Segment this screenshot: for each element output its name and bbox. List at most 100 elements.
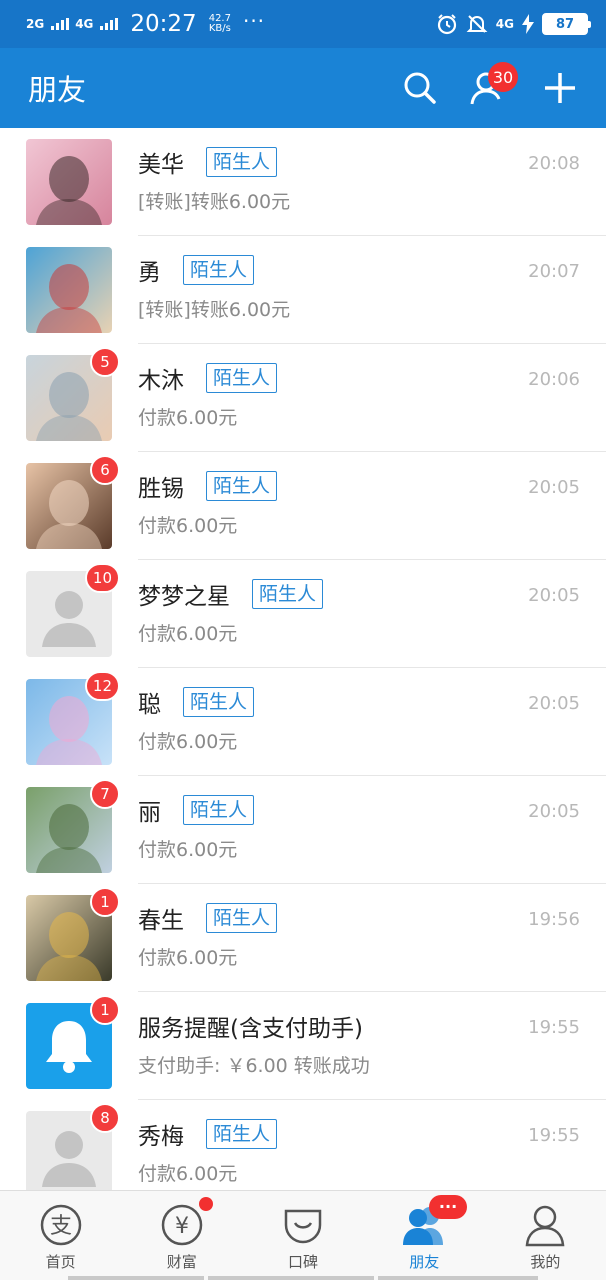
contact-name: 春生 <box>138 908 184 934</box>
message-time: 19:56 <box>528 909 580 930</box>
message-time: 20:07 <box>528 261 580 282</box>
alarm-icon <box>436 13 458 35</box>
contact-name: 聪 <box>138 692 161 718</box>
tab-label: 朋友 <box>409 1253 440 1271</box>
signal-icon <box>100 18 119 30</box>
svg-text:¥: ¥ <box>175 1214 189 1239</box>
net-speed: 42.7 KB/s <box>208 13 231 34</box>
contact-name: 梦梦之星 <box>138 584 230 610</box>
unread-badge: 10 <box>84 563 120 593</box>
message-preview: 付款6.00元 <box>138 1163 238 1185</box>
conversation-row[interactable]: 10 梦梦之星 陌生人 付款6.00元 20:05 <box>0 560 606 668</box>
contact-name: 勇 <box>138 260 161 286</box>
friends-more-badge: ··· <box>429 1195 468 1219</box>
unread-badge: 1 <box>90 887 120 917</box>
stranger-tag: 陌生人 <box>206 471 278 501</box>
message-preview: [转账]转账6.00元 <box>138 299 291 321</box>
avatar[interactable]: 6 <box>26 455 120 549</box>
stranger-tag: 陌生人 <box>183 687 255 717</box>
message-preview: [转账]转账6.00元 <box>138 191 291 213</box>
avatar[interactable]: 10 <box>26 563 120 657</box>
status-bar: 2G 4G 20:27 42.7 KB/s ··· 4G 87 <box>0 0 606 48</box>
plus-icon <box>545 73 575 103</box>
stranger-tag: 陌生人 <box>206 903 278 933</box>
bottom-tab-bar: 支 首页 ¥ 财富 口碑 ··· 朋友 我的 <box>0 1190 606 1280</box>
add-button[interactable] <box>532 60 588 116</box>
message-preview: 付款6.00元 <box>138 623 238 645</box>
app-header: 朋友 30 <box>0 48 606 128</box>
avatar[interactable]: 1 <box>26 887 120 981</box>
network-2g-label: 2G <box>26 17 45 31</box>
charging-icon <box>522 14 534 34</box>
avatar[interactable]: 5 <box>26 347 120 441</box>
message-preview: 付款6.00元 <box>138 407 238 429</box>
gesture-bar <box>378 1276 538 1280</box>
avatar[interactable] <box>26 139 112 225</box>
message-preview: 付款6.00元 <box>138 947 238 969</box>
message-time: 19:55 <box>528 1125 580 1146</box>
tab-wealth[interactable]: ¥ 财富 <box>121 1191 242 1280</box>
conversation-row[interactable]: 8 秀梅 陌生人 付款6.00元 19:55 <box>0 1100 606 1190</box>
message-preview: 付款6.00元 <box>138 839 238 861</box>
message-time: 20:05 <box>528 801 580 822</box>
conversation-row[interactable]: 7 丽 陌生人 付款6.00元 20:05 <box>0 776 606 884</box>
contact-name: 木沐 <box>138 368 184 394</box>
gesture-bar <box>68 1276 204 1280</box>
message-time: 19:55 <box>528 1017 580 1038</box>
stranger-tag: 陌生人 <box>206 1119 278 1149</box>
stranger-tag: 陌生人 <box>206 363 278 393</box>
contacts-button[interactable]: 30 <box>462 60 518 116</box>
avatar[interactable]: 1 <box>26 995 120 1089</box>
unread-badge: 7 <box>90 779 120 809</box>
conversation-list: 美华 陌生人 [转账]转账6.00元 20:08 勇 陌生人 [转账]转账6.0… <box>0 128 606 1190</box>
contact-name: 胜锡 <box>138 476 184 502</box>
tab-koubei[interactable]: 口碑 <box>242 1191 363 1280</box>
conversation-row[interactable]: 勇 陌生人 [转账]转账6.00元 20:07 <box>0 236 606 344</box>
tab-home[interactable]: 支 首页 <box>0 1191 121 1280</box>
contact-name: 秀梅 <box>138 1124 184 1150</box>
unread-badge: 8 <box>90 1103 120 1133</box>
message-preview: 支付助手: ￥6.00 转账成功 <box>138 1055 370 1077</box>
conversation-row[interactable]: 5 木沐 陌生人 付款6.00元 20:06 <box>0 344 606 452</box>
message-time: 20:05 <box>528 693 580 714</box>
avatar[interactable]: 7 <box>26 779 120 873</box>
conversation-row[interactable]: 1 春生 陌生人 付款6.00元 19:56 <box>0 884 606 992</box>
network-4g-label: 4G <box>495 17 514 31</box>
search-icon <box>404 72 436 104</box>
message-time: 20:05 <box>528 477 580 498</box>
user-avatar <box>26 139 112 225</box>
conversation-row[interactable]: 1 服务提醒(含支付助手) 支付助手: ￥6.00 转账成功 19:55 <box>0 992 606 1100</box>
yuan-icon: ¥ <box>161 1204 203 1246</box>
tab-label: 财富 <box>166 1253 197 1271</box>
tab-label: 我的 <box>530 1253 561 1271</box>
unread-badge: 6 <box>90 455 120 485</box>
conversation-row[interactable]: 6 胜锡 陌生人 付款6.00元 20:05 <box>0 452 606 560</box>
gesture-bar <box>208 1276 374 1280</box>
search-button[interactable] <box>392 60 448 116</box>
stranger-tag: 陌生人 <box>183 795 255 825</box>
conversation-row[interactable]: 12 聪 陌生人 付款6.00元 20:05 <box>0 668 606 776</box>
battery-indicator: 87 <box>542 13 591 35</box>
more-notifications-icon: ··· <box>242 9 266 33</box>
user-avatar <box>26 247 112 333</box>
message-time: 20:08 <box>528 153 580 174</box>
stranger-tag: 陌生人 <box>206 147 278 177</box>
contact-name: 服务提醒(含支付助手) <box>138 1016 363 1042</box>
message-preview: 付款6.00元 <box>138 731 238 753</box>
user-icon <box>526 1205 565 1247</box>
avatar[interactable]: 12 <box>26 671 120 765</box>
avatar[interactable]: 8 <box>26 1103 120 1190</box>
page-title: 朋友 <box>28 73 87 107</box>
contact-name: 丽 <box>138 800 161 826</box>
stranger-tag: 陌生人 <box>252 579 324 609</box>
conversation-row[interactable]: 美华 陌生人 [转账]转账6.00元 20:08 <box>0 128 606 236</box>
svg-text:支: 支 <box>50 1214 72 1239</box>
message-time: 20:06 <box>528 369 580 390</box>
tab-friends[interactable]: ··· 朋友 <box>364 1191 485 1280</box>
avatar[interactable] <box>26 247 112 333</box>
network-4g-label: 4G <box>75 17 94 31</box>
tab-label: 口碑 <box>288 1253 319 1271</box>
tab-label: 首页 <box>45 1253 76 1271</box>
unread-badge: 1 <box>90 995 120 1025</box>
tab-mine[interactable]: 我的 <box>485 1191 606 1280</box>
